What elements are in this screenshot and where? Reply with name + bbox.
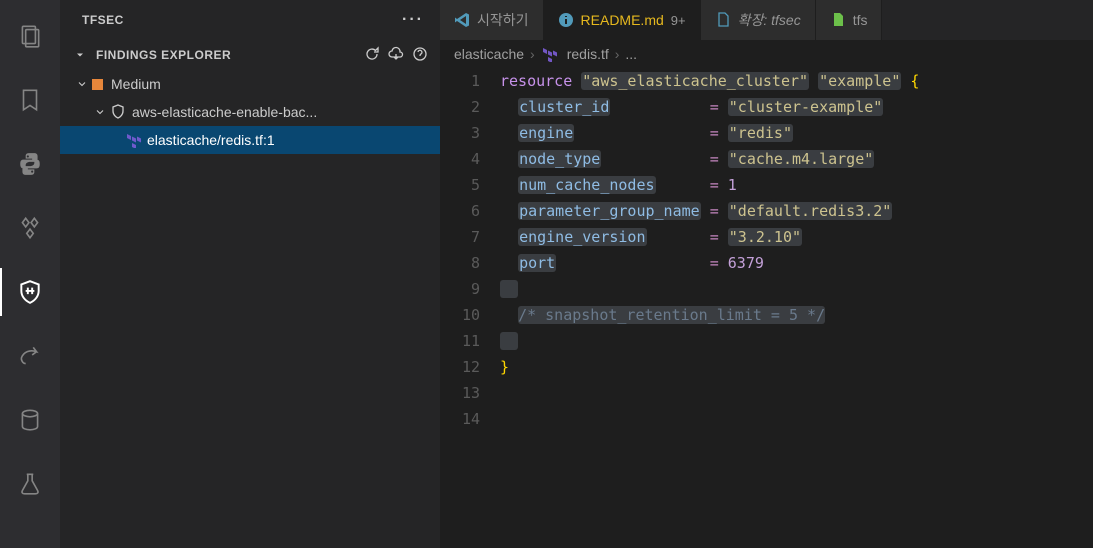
tab-truncated[interactable]: tfs bbox=[816, 0, 883, 40]
tree-rule-row[interactable]: aws-elasticache-enable-bac... bbox=[60, 98, 440, 126]
chevron-down-icon bbox=[92, 104, 108, 120]
share-icon[interactable] bbox=[6, 332, 54, 380]
more-actions-icon[interactable]: ··· bbox=[402, 11, 424, 29]
line-gutter: 1234567891011121314 bbox=[440, 68, 500, 548]
sidebar-header: TFSEC ··· bbox=[60, 0, 440, 40]
explorer-header[interactable]: FINDINGS EXPLORER bbox=[60, 40, 440, 70]
tab-modified-badge: 9+ bbox=[671, 13, 686, 28]
code-content[interactable]: resource "aws_elasticache_cluster" "exam… bbox=[500, 68, 1093, 548]
tab-label: README.md bbox=[581, 12, 664, 28]
tab-welcome[interactable]: 시작하기 bbox=[440, 0, 544, 40]
rule-label: aws-elasticache-enable-bac... bbox=[132, 104, 317, 120]
beaker-icon[interactable] bbox=[6, 460, 54, 508]
sidebar: TFSEC ··· FINDINGS EXPLORER Medium bbox=[60, 0, 440, 548]
findings-tree: Medium aws-elasticache-enable-bac... ela… bbox=[60, 70, 440, 154]
file-icon bbox=[715, 12, 731, 28]
info-icon bbox=[558, 12, 574, 28]
help-icon[interactable] bbox=[412, 46, 428, 65]
severity-label: Medium bbox=[111, 76, 161, 92]
breadcrumb-item[interactable]: ... bbox=[625, 46, 637, 62]
tab-label: 시작하기 bbox=[477, 10, 529, 30]
vscode-icon bbox=[454, 12, 470, 28]
chevron-down-icon bbox=[72, 47, 88, 63]
tree-finding-row[interactable]: elasticache/redis.tf:1 bbox=[60, 126, 440, 154]
file-icon bbox=[830, 12, 846, 28]
chevron-right-icon: › bbox=[615, 46, 620, 62]
breadcrumb-item[interactable]: elasticache bbox=[454, 46, 524, 62]
explorer-icon[interactable] bbox=[6, 12, 54, 60]
shield-icon bbox=[110, 104, 126, 120]
activity-bar bbox=[0, 0, 60, 548]
tfsec-icon[interactable] bbox=[6, 268, 54, 316]
refresh-icon[interactable] bbox=[364, 46, 380, 65]
chevron-down-icon bbox=[74, 76, 90, 92]
editor-area: 시작하기 README.md 9+ 확장: tfsec tfs elastica… bbox=[440, 0, 1093, 548]
database-icon[interactable] bbox=[6, 396, 54, 444]
cloud-icon[interactable] bbox=[388, 46, 404, 65]
severity-dot-icon bbox=[92, 79, 103, 90]
python-icon[interactable] bbox=[6, 140, 54, 188]
bookmark-icon[interactable] bbox=[6, 76, 54, 124]
chevron-right-icon: › bbox=[530, 46, 535, 62]
sidebar-title: TFSEC bbox=[76, 13, 124, 27]
extensions-icon[interactable] bbox=[6, 204, 54, 252]
finding-label: elasticache/redis.tf:1 bbox=[147, 132, 275, 148]
breadcrumbs[interactable]: elasticache › redis.tf › ... bbox=[440, 40, 1093, 68]
code-editor[interactable]: 1234567891011121314 resource "aws_elasti… bbox=[440, 68, 1093, 548]
tab-label: tfs bbox=[853, 12, 868, 28]
explorer-title: FINDINGS EXPLORER bbox=[96, 48, 231, 62]
tab-readme[interactable]: README.md 9+ bbox=[544, 0, 701, 40]
tab-label: 확장: tfsec bbox=[738, 10, 801, 30]
tree-severity-row[interactable]: Medium bbox=[60, 70, 440, 98]
tab-extension[interactable]: 확장: tfsec bbox=[701, 0, 816, 40]
tabs-bar: 시작하기 README.md 9+ 확장: tfsec tfs bbox=[440, 0, 1093, 40]
terraform-icon bbox=[541, 46, 557, 62]
breadcrumb-item[interactable]: redis.tf bbox=[567, 46, 609, 62]
terraform-icon bbox=[125, 132, 141, 148]
